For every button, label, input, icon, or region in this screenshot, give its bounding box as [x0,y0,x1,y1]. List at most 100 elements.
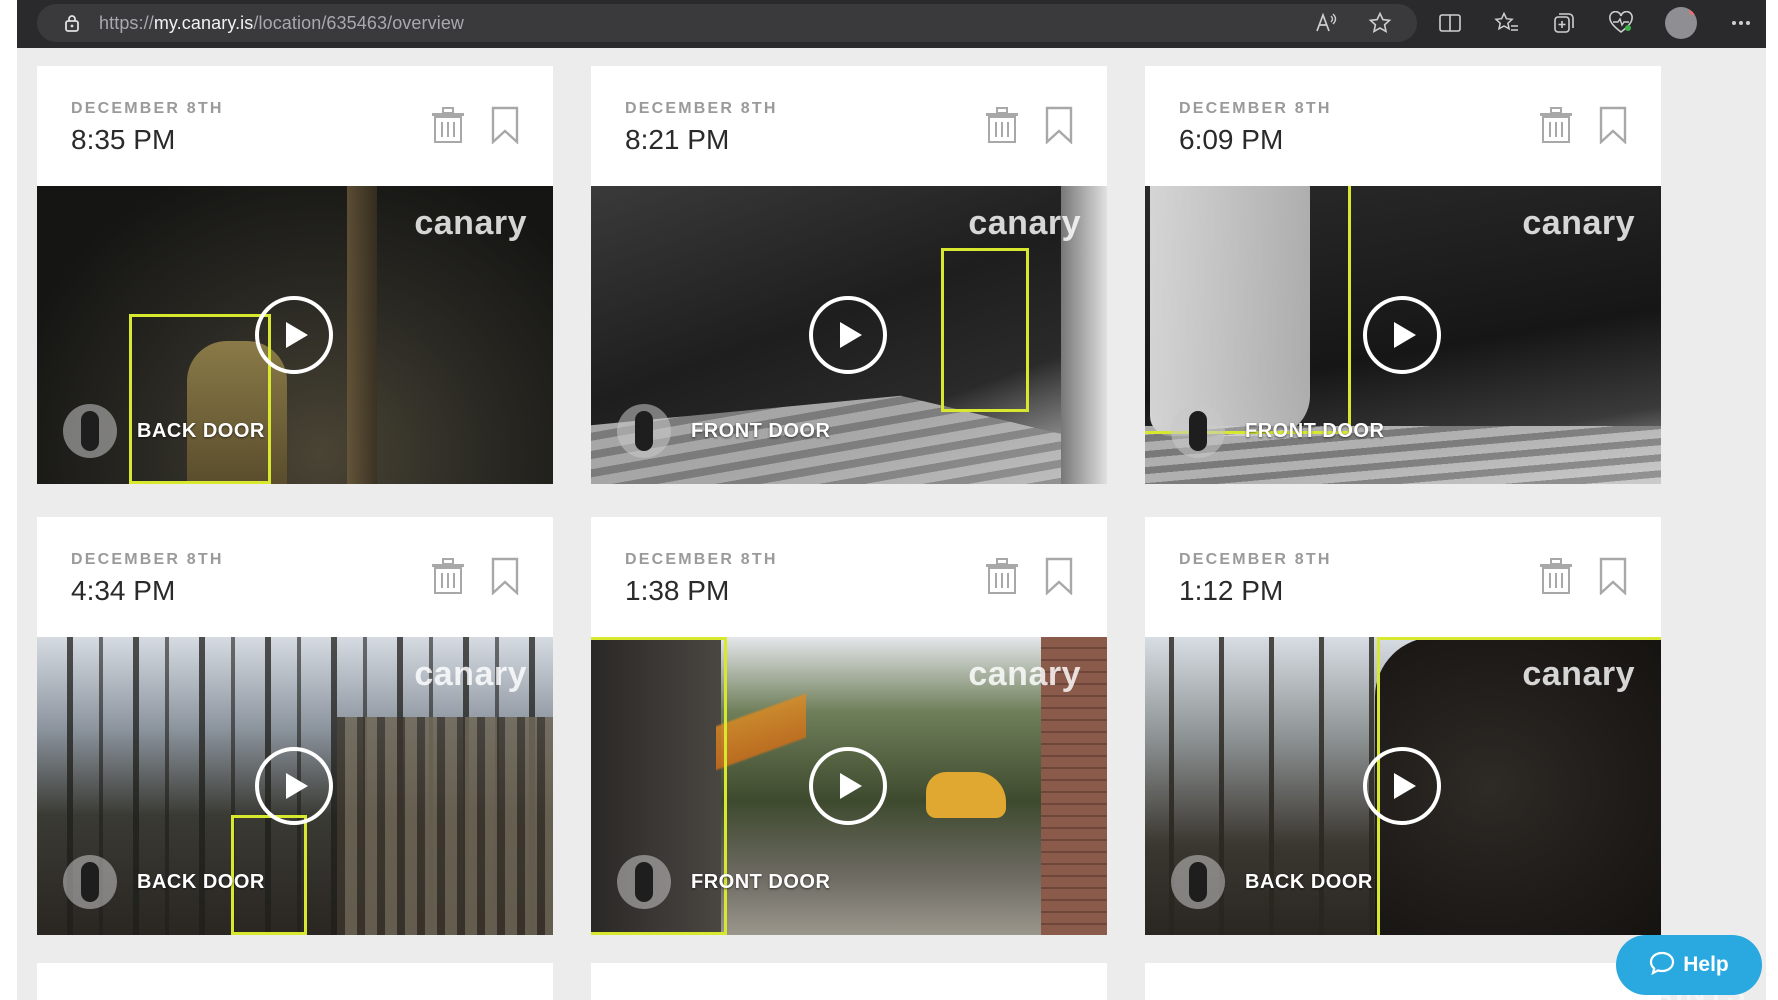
camera-label: FRONT DOOR [691,870,831,893]
favorite-star-icon[interactable] [1367,10,1393,36]
play-button[interactable] [255,747,333,825]
browser-toolbar: https://my.canary.is/location/635463/ove… [17,0,1766,48]
event-card: DECEMBER 8TH 6:09 PM canary FRONT DOOR [1145,66,1661,484]
camera-device-icon [1171,855,1225,909]
event-date: DECEMBER 8TH [625,551,778,568]
event-card-header: DECEMBER 8TH 8:35 PM [37,66,553,186]
thumbnail-railing [337,717,553,935]
camera-device-icon [63,404,117,458]
collections-icon[interactable] [1551,10,1577,36]
event-date: DECEMBER 8TH [71,100,224,117]
event-card-partial [591,963,1107,1000]
camera-badge: BACK DOOR [63,404,265,458]
bookmark-icon[interactable] [491,106,519,145]
video-thumbnail[interactable]: canary FRONT DOOR [591,186,1107,484]
event-card-header: DECEMBER 8TH 6:09 PM [1145,66,1661,186]
trash-icon[interactable] [431,106,465,144]
canary-watermark: canary [968,655,1081,693]
trash-icon[interactable] [1539,106,1573,144]
camera-badge: FRONT DOOR [1171,404,1384,458]
video-thumbnail[interactable]: canary FRONT DOOR [1145,186,1661,484]
event-date: DECEMBER 8TH [1179,100,1332,117]
event-card: DECEMBER 8TH 1:12 PM canary BACK DOOR [1145,517,1661,935]
trash-icon[interactable] [431,557,465,595]
bookmark-icon[interactable] [491,557,519,596]
trash-icon[interactable] [985,557,1019,595]
favorites-icon[interactable] [1494,10,1520,36]
trash-icon[interactable] [1539,557,1573,595]
video-thumbnail[interactable]: canary BACK DOOR [37,186,553,484]
play-button[interactable] [1363,747,1441,825]
event-card: DECEMBER 8TH 8:35 PM canary BACK DOOR [37,66,553,484]
video-thumbnail[interactable]: canary BACK DOOR [1145,637,1661,935]
camera-device-icon [617,855,671,909]
detection-box [129,314,271,484]
play-button[interactable] [809,747,887,825]
event-time: 8:21 PM [625,124,730,155]
canary-watermark: canary [968,204,1081,242]
camera-label: FRONT DOOR [1245,419,1385,442]
event-card-header: DECEMBER 8TH 1:12 PM [1145,517,1661,637]
events-page: DECEMBER 8TH 8:35 PM canary BACK DOOR DE… [17,48,1766,1000]
event-time: 1:12 PM [1179,575,1284,606]
thumbnail-car [926,772,1006,818]
browser-essentials-icon[interactable] [1608,10,1634,36]
read-aloud-icon[interactable] [1313,10,1339,36]
bookmark-icon[interactable] [1599,106,1627,145]
event-card-header: DECEMBER 8TH 1:38 PM [591,517,1107,637]
camera-badge: FRONT DOOR [617,404,830,458]
event-card: DECEMBER 8TH 4:34 PM canary BACK DOOR [37,517,553,935]
camera-device-icon [1171,404,1225,458]
event-time: 8:35 PM [71,124,176,155]
camera-label: BACK DOOR [1245,870,1373,893]
camera-badge: BACK DOOR [63,855,265,909]
help-label: Help [1683,953,1729,976]
event-date: DECEMBER 8TH [71,551,224,568]
event-card-header: DECEMBER 8TH 4:34 PM [37,517,553,637]
video-thumbnail[interactable]: canary FRONT DOOR [591,637,1107,935]
play-button[interactable] [255,296,333,374]
url-host: my.canary.is [153,12,254,33]
camera-device-icon [617,404,671,458]
event-grid: DECEMBER 8TH 8:35 PM canary BACK DOOR DE… [37,66,1661,935]
canary-watermark: canary [1522,204,1635,242]
trash-icon[interactable] [985,106,1019,144]
canary-watermark: canary [414,655,527,693]
event-time: 1:38 PM [625,575,730,606]
detection-box [1145,186,1351,434]
thumbnail-post [347,186,377,484]
bookmark-icon[interactable] [1599,557,1627,596]
video-thumbnail[interactable]: canary BACK DOOR [37,637,553,935]
chat-bubble-icon [1649,951,1675,980]
camera-label: BACK DOOR [137,870,265,893]
lock-icon[interactable] [63,14,81,32]
url-text[interactable]: https://my.canary.is/location/635463/ove… [99,13,464,34]
url-scheme: https:// [99,12,154,33]
event-card: DECEMBER 8TH 1:38 PM canary FRONT DOOR [591,517,1107,935]
camera-label: FRONT DOOR [691,419,831,442]
url-path: /location/635463/overview [253,12,465,33]
event-date: DECEMBER 8TH [625,100,778,117]
detection-box [941,248,1029,412]
event-time: 6:09 PM [1179,124,1284,155]
play-button[interactable] [1363,296,1441,374]
more-menu-icon[interactable] [1728,10,1754,36]
event-card-partial [37,963,553,1000]
bookmark-icon[interactable] [1045,106,1073,145]
split-screen-icon[interactable] [1437,10,1463,36]
camera-badge: BACK DOOR [1171,855,1373,909]
event-time: 4:34 PM [71,575,176,606]
event-card: DECEMBER 8TH 8:21 PM canary FRONT DOOR [591,66,1107,484]
canary-watermark: canary [1522,655,1635,693]
camera-label: BACK DOOR [137,419,265,442]
help-button[interactable]: Help [1616,935,1762,995]
address-bar[interactable]: https://my.canary.is/location/635463/ove… [37,4,1417,42]
event-date: DECEMBER 8TH [1179,551,1332,568]
camera-device-icon [63,855,117,909]
camera-badge: FRONT DOOR [617,855,830,909]
bookmark-icon[interactable] [1045,557,1073,596]
event-card-header: DECEMBER 8TH 8:21 PM [591,66,1107,186]
profile-avatar[interactable] [1665,7,1697,39]
play-button[interactable] [809,296,887,374]
canary-watermark: canary [414,204,527,242]
